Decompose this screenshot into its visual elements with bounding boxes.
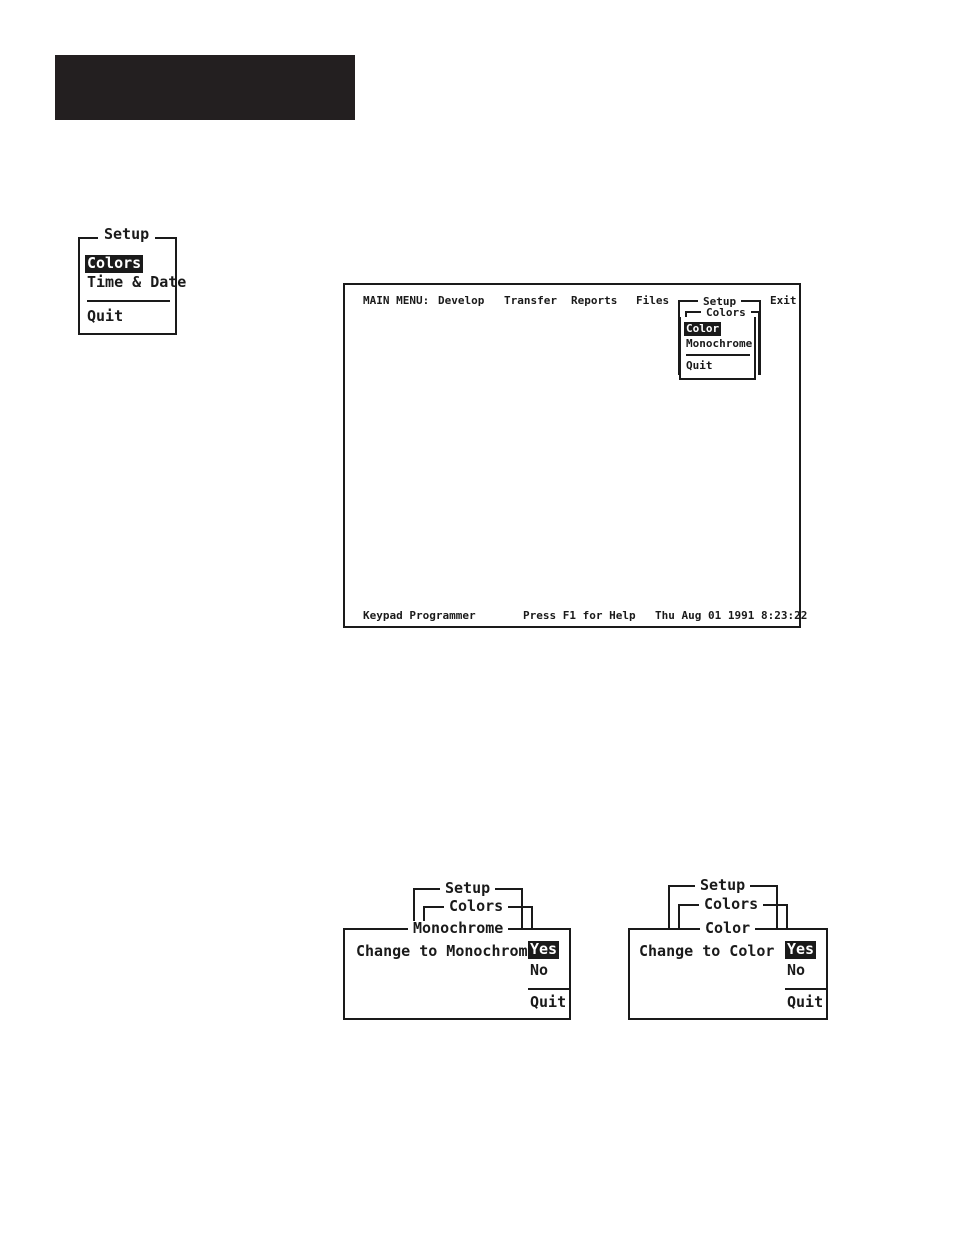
color-breadcrumb-label-colors: Colors xyxy=(699,897,764,912)
monochrome-dialog-title: Monochrome xyxy=(408,921,509,936)
monochrome-breadcrumb-label-setup: Setup xyxy=(440,881,496,896)
colors-dropdown-panel: Color Monochrome Quit xyxy=(679,317,756,380)
colors-dropdown-item-color[interactable]: Color xyxy=(684,322,722,336)
color-dialog-title: Color xyxy=(700,921,756,936)
color-dialog-box: Color Change to Color ? Yes No Quit xyxy=(628,921,828,1020)
color-dialog-separator xyxy=(785,988,826,990)
menubar-item-reports[interactable]: Reports xyxy=(571,295,617,306)
menubar-prefix: MAIN MENU: xyxy=(363,294,430,307)
redacted-header-block xyxy=(55,55,355,120)
color-dialog-prompt: Change to Color ? xyxy=(639,942,793,960)
colors-dropdown-item-quit[interactable]: Quit xyxy=(686,360,713,371)
setup-menu-item-time-and-date[interactable]: Time & Date xyxy=(87,275,186,290)
status-bar-right: Thu Aug 01 1991 8:23:22 xyxy=(655,609,808,622)
setup-menu-separator xyxy=(87,300,170,302)
setup-menu-title: Setup xyxy=(98,227,156,242)
monochrome-option-yes[interactable]: Yes xyxy=(528,941,560,959)
terminal-screen: MAIN MENU: Develop Transfer Reports File… xyxy=(343,283,807,628)
setup-menu-item-quit[interactable]: Quit xyxy=(87,309,123,324)
color-option-no[interactable]: No xyxy=(787,963,805,978)
menubar-item-exit[interactable]: Exit xyxy=(770,295,797,306)
colors-dropdown-separator xyxy=(686,354,750,356)
setup-menu-panel: Setup Colors Time & Date Quit xyxy=(78,227,186,335)
menubar-item-transfer[interactable]: Transfer xyxy=(504,295,557,306)
monochrome-dialog-box: Monochrome Change to Monochrome ? Yes No… xyxy=(343,921,571,1020)
status-bar-center: Press F1 for Help xyxy=(523,609,636,622)
menubar-item-files[interactable]: Files xyxy=(636,295,669,306)
color-option-yes[interactable]: Yes xyxy=(785,941,817,959)
monochrome-option-no[interactable]: No xyxy=(530,963,548,978)
monochrome-dialog-prompt: Change to Monochrome ? xyxy=(356,942,555,960)
color-option-quit[interactable]: Quit xyxy=(787,995,823,1010)
color-breadcrumb-label-setup: Setup xyxy=(695,878,751,893)
setup-menu-item-colors[interactable]: Colors xyxy=(85,255,144,273)
monochrome-option-quit[interactable]: Quit xyxy=(530,995,566,1010)
status-bar-left: Keypad Programmer xyxy=(363,609,476,622)
colors-dropdown-item-monochrome[interactable]: Monochrome xyxy=(686,338,752,349)
monochrome-dialog-separator xyxy=(528,988,569,990)
menubar-item-develop[interactable]: Develop xyxy=(438,295,484,306)
monochrome-breadcrumb-label-colors: Colors xyxy=(444,899,509,914)
